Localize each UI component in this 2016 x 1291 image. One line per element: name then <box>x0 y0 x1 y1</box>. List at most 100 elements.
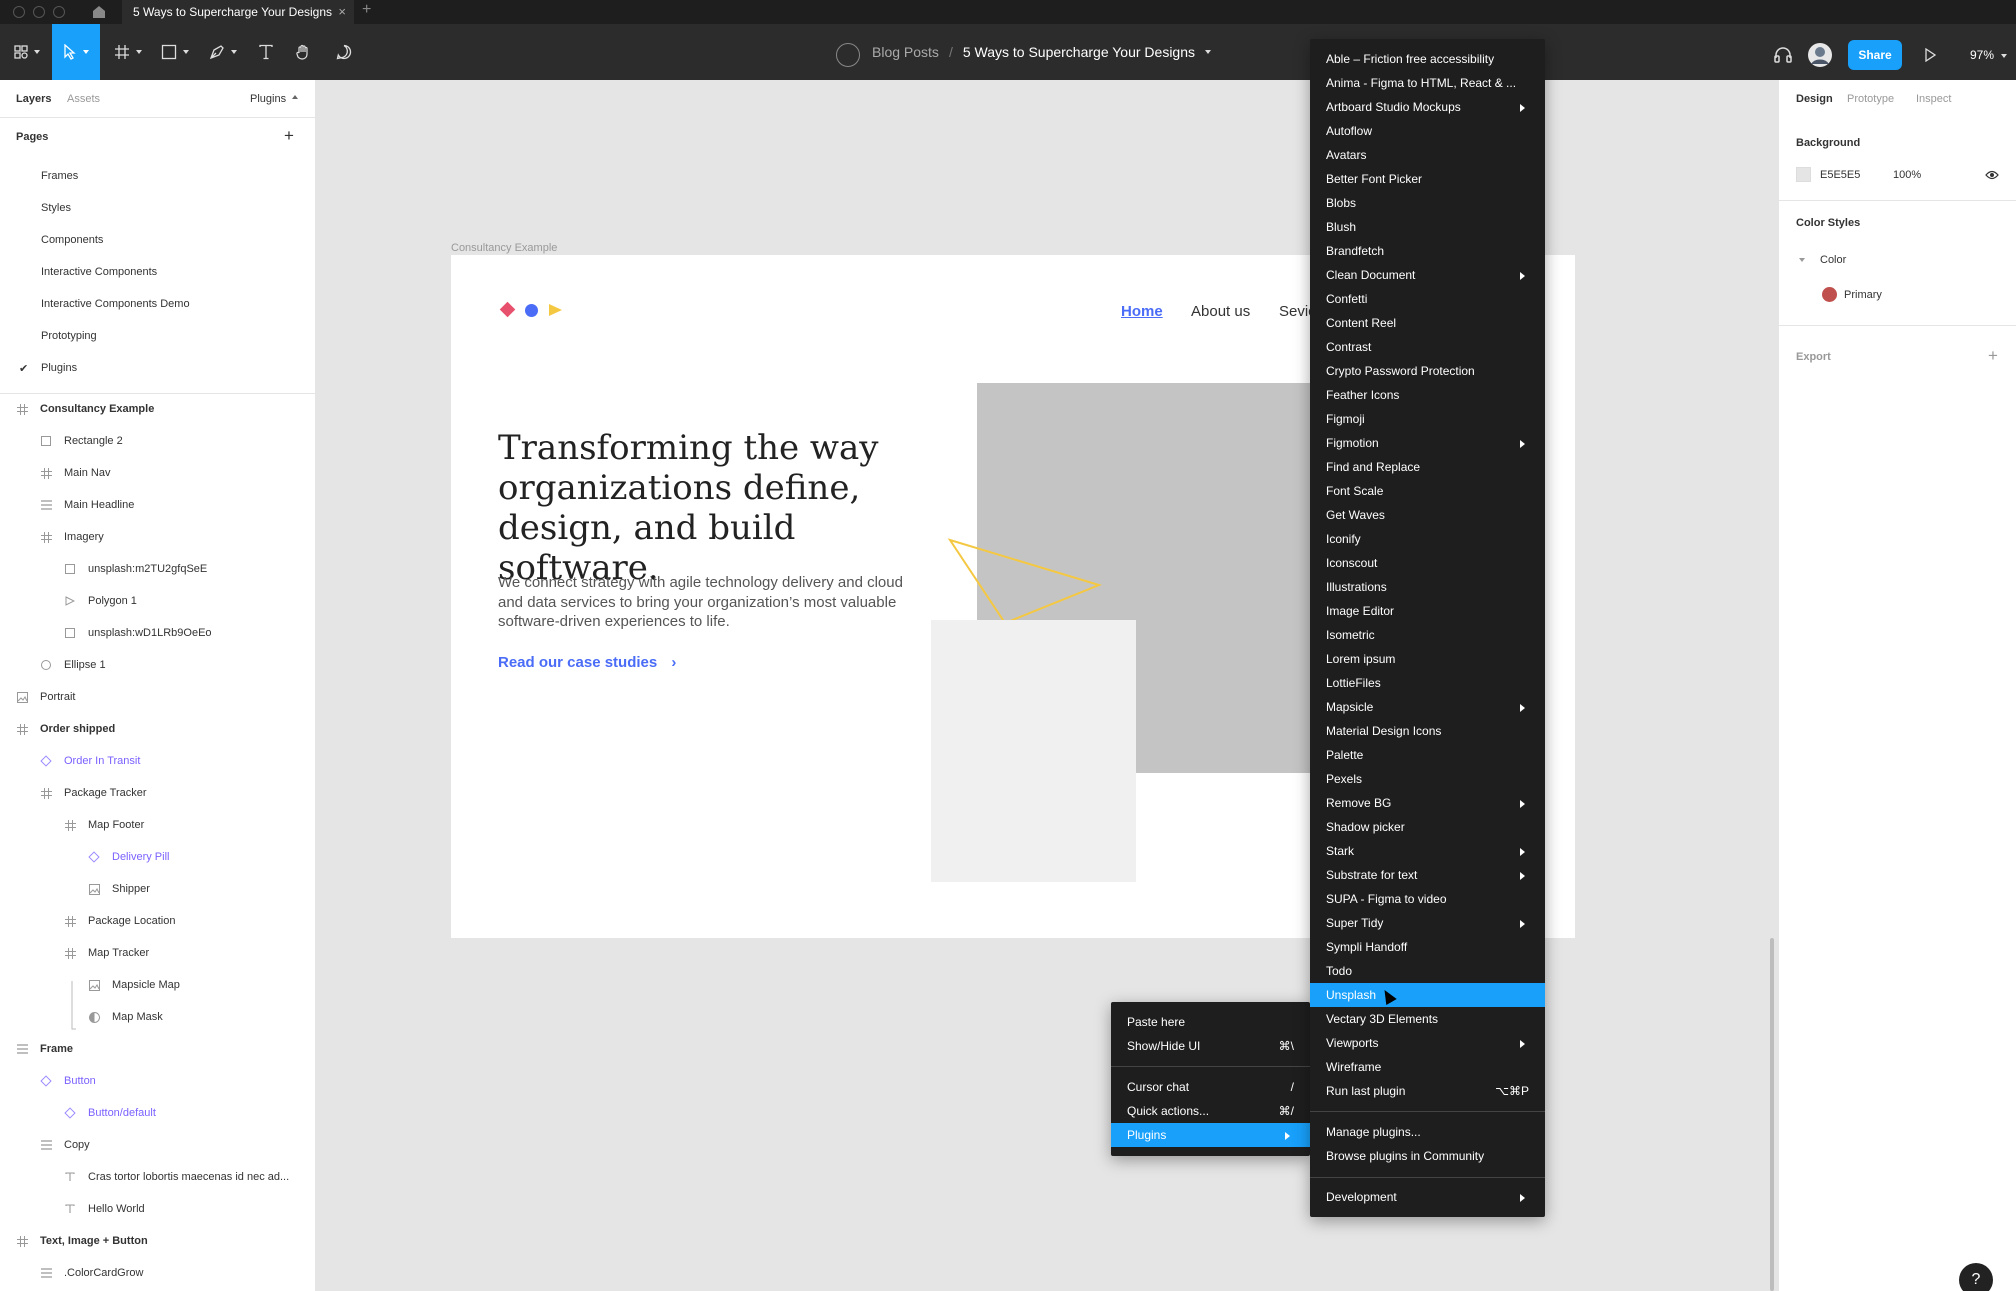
plugin-menu-item[interactable]: Super Tidy <box>1310 911 1545 935</box>
comment-tool-button[interactable] <box>330 24 358 80</box>
plugin-menu-item[interactable]: Iconscout <box>1310 551 1545 575</box>
hand-tool-button[interactable] <box>289 24 317 80</box>
headphones-icon[interactable] <box>1773 46 1793 64</box>
breadcrumb-project[interactable]: Blog Posts <box>872 44 939 60</box>
plugin-menu-item[interactable]: Blush <box>1310 215 1545 239</box>
new-tab-button[interactable]: + <box>362 1 371 19</box>
plugin-menu-item[interactable]: Confetti <box>1310 287 1545 311</box>
plugin-menu-item[interactable]: Image Editor <box>1310 599 1545 623</box>
page-item[interactable]: Components <box>41 234 103 246</box>
layer-row[interactable]: Map Tracker <box>64 942 149 964</box>
layer-row[interactable]: Text, Image + Button <box>16 1230 148 1252</box>
primary-color-label[interactable]: Primary <box>1844 289 1882 301</box>
plugin-menu-item[interactable]: Iconify <box>1310 527 1545 551</box>
plugin-menu-item[interactable]: Find and Replace <box>1310 455 1545 479</box>
layer-row[interactable]: Copy <box>40 1134 90 1156</box>
plugin-menu-item[interactable]: Feather Icons <box>1310 383 1545 407</box>
plugin-menu-item[interactable]: Artboard Studio Mockups <box>1310 95 1545 119</box>
plugin-menu-item[interactable]: Illustrations <box>1310 575 1545 599</box>
canvas-scrollbar[interactable] <box>1770 938 1774 1291</box>
layer-row[interactable]: Consultancy Example <box>16 398 154 420</box>
development-menu-item[interactable]: Development <box>1310 1185 1545 1209</box>
page-item[interactable]: Interactive Components <box>41 266 157 278</box>
plugin-menu-item[interactable]: Contrast <box>1310 335 1545 359</box>
plugin-menu-item[interactable]: Vectary 3D Elements <box>1310 1007 1545 1031</box>
context-menu-item[interactable]: Quick actions... ⌘/ <box>1111 1099 1310 1123</box>
close-window-icon[interactable] <box>13 6 25 18</box>
user-avatar[interactable] <box>1808 43 1832 67</box>
primary-color-swatch[interactable] <box>1822 287 1837 302</box>
plugin-menu-item[interactable]: Avatars <box>1310 143 1545 167</box>
plugin-menu-item[interactable]: Palette <box>1310 743 1545 767</box>
background-swatch[interactable] <box>1796 167 1811 182</box>
page-item[interactable]: Prototyping <box>41 330 97 342</box>
plugin-menu-item[interactable]: Material Design Icons <box>1310 719 1545 743</box>
text-tool-button[interactable] <box>252 24 280 80</box>
layer-row[interactable]: Button/default <box>64 1102 156 1124</box>
page-item[interactable]: Interactive Components Demo <box>41 298 190 310</box>
layer-row[interactable]: Frame <box>16 1038 73 1060</box>
context-menu-item[interactable]: Plugins <box>1111 1123 1310 1147</box>
background-hex-input[interactable]: E5E5E5 <box>1820 169 1860 181</box>
layer-row[interactable]: Delivery Pill <box>88 846 169 868</box>
layer-row[interactable]: Polygon 1 <box>64 590 137 612</box>
plugin-menu-item[interactable]: Able – Friction free accessibility <box>1310 47 1545 71</box>
file-name[interactable]: 5 Ways to Supercharge Your Designs <box>963 44 1195 60</box>
collapse-caret-icon[interactable] <box>1799 258 1805 262</box>
case-studies-link[interactable]: Read our case studies › <box>498 654 676 671</box>
layer-row[interactable]: Order shipped <box>16 718 115 740</box>
present-play-icon[interactable] <box>1924 48 1936 62</box>
plugin-menu-item[interactable]: Anima - Figma to HTML, React & ... <box>1310 71 1545 95</box>
layer-row[interactable]: Button <box>40 1070 96 1092</box>
plugin-menu-item[interactable]: Shadow picker <box>1310 815 1545 839</box>
add-export-button[interactable]: + <box>1988 346 1998 366</box>
layer-row[interactable]: Map Mask <box>88 1006 163 1028</box>
chevron-up-icon[interactable] <box>292 95 298 99</box>
browse-plugins-item[interactable]: Browse plugins in Community <box>1310 1144 1545 1168</box>
layer-row[interactable]: Hello World <box>64 1198 145 1220</box>
layer-row[interactable]: Shipper <box>88 878 150 900</box>
chevron-down-icon[interactable] <box>1205 50 1211 54</box>
tab-assets[interactable]: Assets <box>67 93 100 105</box>
share-button[interactable]: Share <box>1848 40 1902 70</box>
plugin-menu-item[interactable]: Lorem ipsum <box>1310 647 1545 671</box>
color-group-label[interactable]: Color <box>1820 254 1846 266</box>
context-menu-item[interactable]: Show/Hide UI ⌘\ <box>1111 1034 1310 1058</box>
plugin-menu-item[interactable]: Get Waves <box>1310 503 1545 527</box>
plugin-menu-item[interactable]: Remove BG <box>1310 791 1545 815</box>
plugin-menu-item[interactable]: Unsplash <box>1310 983 1545 1007</box>
plugin-menu-item[interactable]: Figmoji <box>1310 407 1545 431</box>
layer-row[interactable]: Main Nav <box>40 462 110 484</box>
eye-icon[interactable] <box>1985 170 1999 180</box>
layer-row[interactable]: Mapsicle Map <box>88 974 180 996</box>
add-page-button[interactable]: + <box>284 126 294 146</box>
plugin-menu-item[interactable]: Pexels <box>1310 767 1545 791</box>
nav-home-link[interactable]: Home <box>1121 303 1163 320</box>
tab-design[interactable]: Design <box>1796 93 1833 105</box>
minimize-window-icon[interactable] <box>33 6 45 18</box>
layer-row[interactable]: Package Tracker <box>40 782 147 804</box>
tab-layers[interactable]: Layers <box>16 93 51 105</box>
home-icon[interactable] <box>90 3 108 21</box>
move-tool-button[interactable] <box>52 24 100 80</box>
plugin-menu-item[interactable]: Blobs <box>1310 191 1545 215</box>
layer-row[interactable]: Map Footer <box>64 814 144 836</box>
plugin-menu-item[interactable]: Stark <box>1310 839 1545 863</box>
close-tab-icon[interactable]: × <box>338 0 346 24</box>
page-item[interactable]: Plugins <box>41 362 77 374</box>
tab-prototype[interactable]: Prototype <box>1847 93 1894 105</box>
nav-services-link[interactable]: Sevic <box>1279 303 1313 320</box>
layer-row[interactable]: unsplash:m2TU2gfqSeE <box>64 558 207 580</box>
plugin-menu-item[interactable]: SUPA - Figma to video <box>1310 887 1545 911</box>
plugin-menu-item[interactable]: Autoflow <box>1310 119 1545 143</box>
frame-label[interactable]: Consultancy Example <box>451 242 557 254</box>
shape-tool-button[interactable] <box>155 24 195 80</box>
layer-row[interactable]: unsplash:wD1LRb9OeEo <box>64 622 212 644</box>
layer-row[interactable]: Main Headline <box>40 494 134 516</box>
plugin-menu-item[interactable]: Figmotion <box>1310 431 1545 455</box>
plugin-menu-item[interactable]: LottieFiles <box>1310 671 1545 695</box>
plugin-menu-item[interactable]: Crypto Password Protection <box>1310 359 1545 383</box>
zoom-level[interactable]: 97% <box>1970 48 2008 62</box>
manage-plugins-item[interactable]: Manage plugins... <box>1310 1120 1545 1144</box>
layer-row[interactable]: Cras tortor lobortis maecenas id nec ad.… <box>64 1166 289 1188</box>
